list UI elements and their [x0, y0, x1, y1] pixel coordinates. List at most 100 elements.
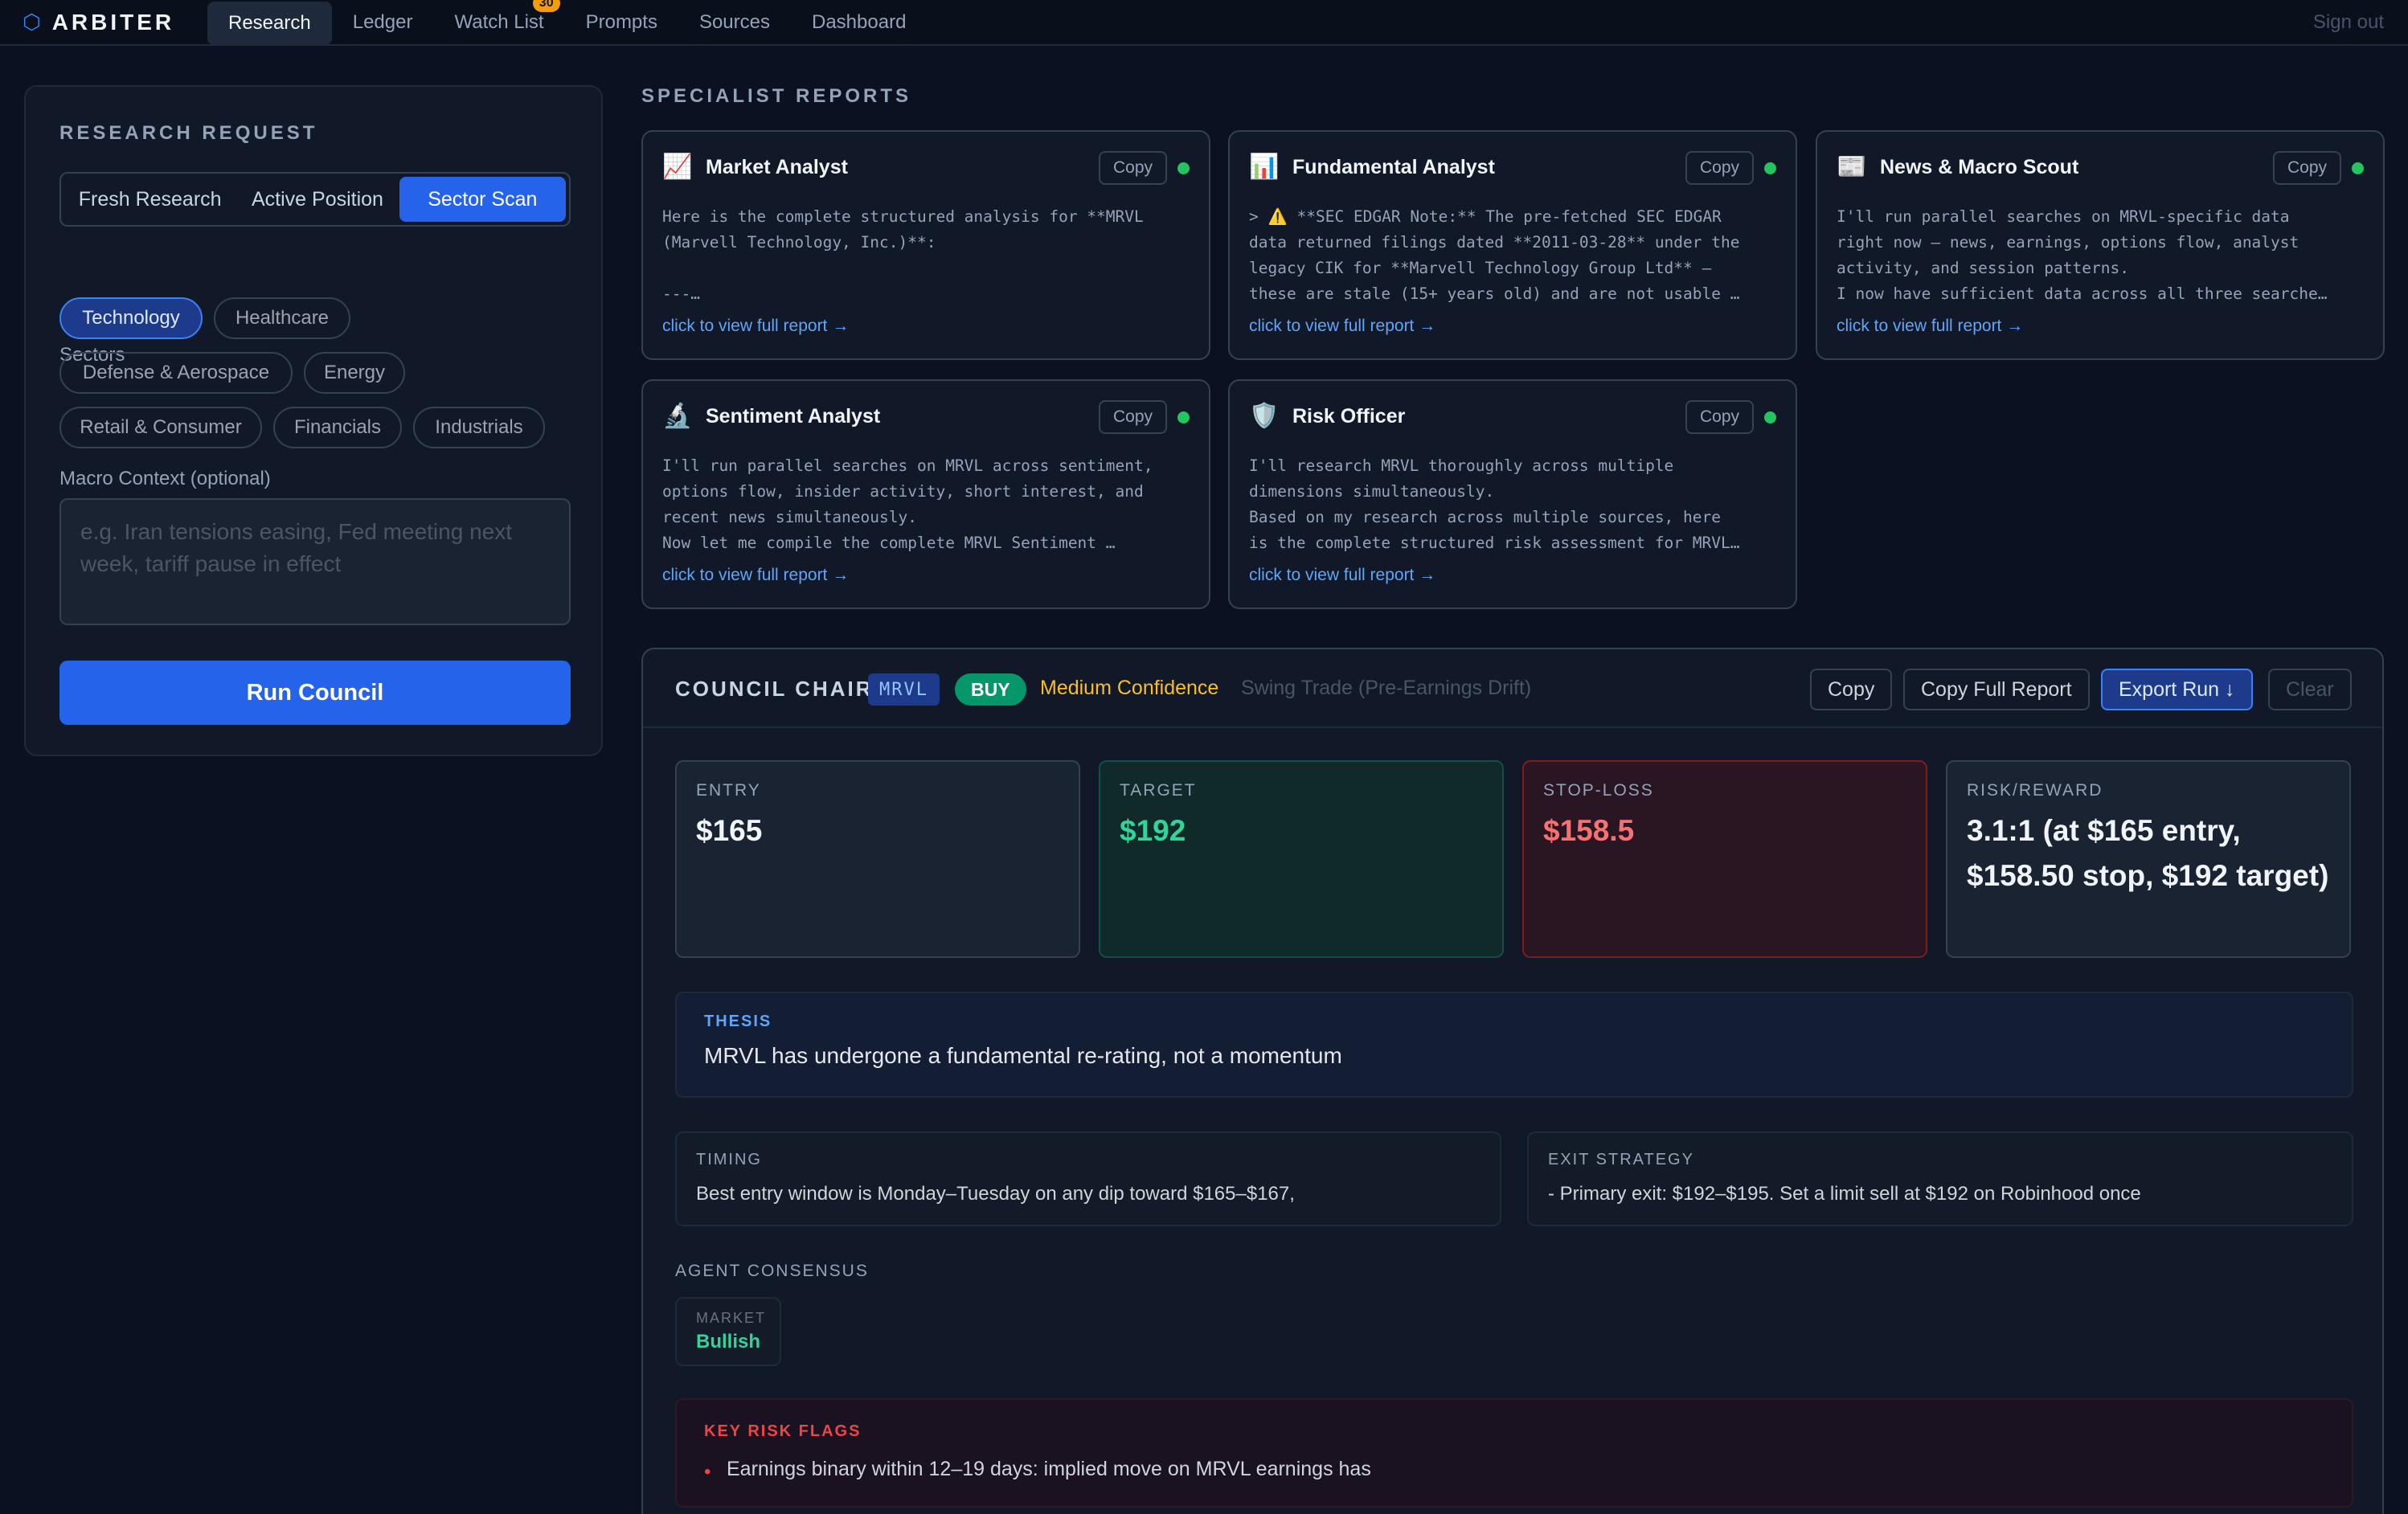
metric-value: $192	[1120, 814, 1186, 847]
metric-value: $165	[696, 814, 763, 847]
nav-tab-ledger[interactable]: Ledger	[332, 0, 434, 45]
brand-name: ARBITER	[51, 9, 175, 35]
report-title: Sentiment Analyst	[706, 405, 881, 428]
watch-list-count-badge: 30	[532, 0, 560, 12]
consensus-chip-market: MARKET Bullish	[675, 1297, 781, 1366]
clear-button[interactable]: Clear	[2268, 669, 2352, 710]
ticker-badge: MRVL	[868, 673, 940, 706]
target-metric: TARGET $192	[1099, 760, 1504, 958]
status-dot	[2352, 162, 2364, 174]
sector-chip-healthcare[interactable]: Healthcare	[214, 297, 350, 339]
nav-tab-research[interactable]: Research	[207, 2, 332, 45]
council-chair-header: COUNCIL CHAIR MRVL BUY Medium Confidence…	[643, 649, 2382, 728]
trade-style-label: Swing Trade (Pre-Earnings Drift)	[1241, 677, 1532, 699]
report-card-sentiment-analyst[interactable]: 🔬 Sentiment Analyst Copy I'll run parall…	[641, 379, 1210, 609]
sector-chip-retail-consumer[interactable]: Retail & Consumer	[59, 407, 262, 448]
agent-consensus-label: AGENT CONSENSUS	[675, 1262, 869, 1280]
export-run-button[interactable]: Export Run ↓	[2101, 669, 2253, 710]
view-full-report-link[interactable]: click to view full report →	[1837, 317, 2023, 336]
brand[interactable]: ⬡ ARBITER	[23, 10, 207, 35]
report-card-fundamental-analyst[interactable]: 📊 Fundamental Analyst Copy > ⚠️ **SEC ED…	[1228, 130, 1797, 360]
chart-increasing-icon: 📈	[662, 153, 693, 180]
view-full-report-link[interactable]: click to view full report →	[1249, 566, 1435, 585]
mode-active-position[interactable]: Active Position	[235, 177, 399, 222]
timing-label: TIMING	[696, 1151, 762, 1168]
consensus-view: Bullish	[696, 1331, 761, 1352]
metric-value: $158.5	[1543, 814, 1635, 847]
copy-report-button[interactable]: Copy	[1685, 151, 1754, 185]
key-risk-flags-box: KEY RISK FLAGS • Earnings binary within …	[675, 1398, 2353, 1508]
bar-chart-icon: 📊	[1249, 153, 1280, 180]
report-preview: I'll run parallel searches on MRVL acros…	[662, 456, 1153, 552]
research-request-panel: RESEARCH REQUEST Fresh Research Active P…	[24, 85, 603, 756]
sector-chip-industrials[interactable]: Industrials	[413, 407, 545, 448]
thesis-label: THESIS	[704, 1013, 772, 1030]
status-dot	[1764, 162, 1776, 174]
newspaper-icon: 📰	[1837, 153, 1867, 180]
nav-tab-label: Prompts	[585, 10, 657, 33]
consensus-agent: MARKET	[696, 1310, 767, 1326]
macro-context-label: Macro Context (optional)	[59, 468, 271, 489]
council-chair-panel: COUNCIL CHAIR MRVL BUY Medium Confidence…	[641, 648, 2384, 1514]
thesis-text: MRVL has undergone a fundamental re-rati…	[704, 1043, 1342, 1068]
thesis-box: THESIS MRVL has undergone a fundamental …	[675, 992, 2353, 1098]
copy-full-report-button[interactable]: Copy Full Report	[1903, 669, 2090, 710]
sector-chip-energy[interactable]: Energy	[304, 352, 405, 394]
nav-tab-prompts[interactable]: Prompts	[565, 0, 678, 45]
copy-report-button[interactable]: Copy	[1098, 151, 1167, 185]
nav-tab-label: Sources	[698, 10, 770, 33]
research-request-heading: RESEARCH REQUEST	[59, 122, 318, 144]
risk-reward-metric: RISK/REWARD 3.1:1 (at $165 entry, $158.5…	[1946, 760, 2351, 958]
metric-label: ENTRY	[696, 781, 761, 800]
sector-chip-financials[interactable]: Financials	[273, 407, 402, 448]
nav-tab-watch-list[interactable]: Watch List 30	[433, 0, 564, 45]
sector-chip-defense-aerospace[interactable]: Defense & Aerospace	[59, 352, 293, 394]
sector-chip-technology[interactable]: Technology	[59, 297, 203, 339]
status-dot	[1764, 411, 1776, 424]
risk-flag-item: Earnings binary within 12–19 days: impli…	[727, 1458, 1371, 1480]
stop-loss-metric: STOP-LOSS $158.5	[1522, 760, 1927, 958]
view-full-report-link[interactable]: click to view full report →	[1249, 317, 1435, 336]
report-preview: Here is the complete structured analysis…	[662, 207, 1144, 303]
hexagon-icon: ⬡	[23, 10, 41, 34]
copy-button[interactable]: Copy	[1810, 669, 1893, 710]
action-badge: BUY	[955, 673, 1026, 706]
report-preview: I'll run parallel searches on MRVL-speci…	[1837, 207, 2328, 303]
nav-tab-label: Dashboard	[812, 10, 907, 33]
status-dot	[1177, 162, 1190, 174]
copy-report-button[interactable]: Copy	[1685, 400, 1754, 434]
macro-context-input[interactable]	[59, 498, 571, 625]
metric-label: STOP-LOSS	[1543, 781, 1654, 800]
mode-sector-scan[interactable]: Sector Scan	[399, 177, 566, 222]
report-card-news-macro-scout[interactable]: 📰 News & Macro Scout Copy I'll run paral…	[1816, 130, 2385, 360]
exit-strategy-text: - Primary exit: $192–$195. Set a limit s…	[1548, 1183, 2141, 1205]
report-card-risk-officer[interactable]: 🛡️ Risk Officer Copy I'll research MRVL …	[1228, 379, 1797, 609]
microscope-icon: 🔬	[662, 403, 693, 429]
run-council-button[interactable]: Run Council	[59, 661, 571, 725]
mode-selector: Fresh Research Active Position Sector Sc…	[59, 172, 571, 227]
bullet-icon: •	[704, 1461, 711, 1483]
report-preview: I'll research MRVL thoroughly across mul…	[1249, 456, 1740, 552]
report-card-market-analyst[interactable]: 📈 Market Analyst Copy Here is the comple…	[641, 130, 1210, 360]
status-dot	[1177, 411, 1190, 424]
key-risk-flags-label: KEY RISK FLAGS	[704, 1422, 862, 1440]
nav-tab-label: Ledger	[352, 10, 413, 33]
nav-tab-sources[interactable]: Sources	[678, 0, 791, 45]
report-title: News & Macro Scout	[1880, 156, 2079, 178]
specialist-reports-heading: SPECIALIST REPORTS	[641, 85, 912, 107]
view-full-report-link[interactable]: click to view full report →	[662, 317, 849, 336]
sign-out-link[interactable]: Sign out	[2313, 11, 2384, 34]
copy-report-button[interactable]: Copy	[2272, 151, 2341, 185]
exit-strategy-label: EXIT STRATEGY	[1548, 1151, 1694, 1168]
report-title: Market Analyst	[706, 156, 848, 178]
nav-tab-label: Watch List	[454, 10, 544, 33]
view-full-report-link[interactable]: click to view full report →	[662, 566, 849, 585]
copy-report-button[interactable]: Copy	[1098, 400, 1167, 434]
report-title: Risk Officer	[1292, 405, 1406, 428]
nav-tab-dashboard[interactable]: Dashboard	[791, 0, 927, 45]
metric-label: RISK/REWARD	[1967, 781, 2103, 800]
nav-tabs: Research Ledger Watch List 30 Prompts So…	[207, 0, 927, 45]
mode-fresh-research[interactable]: Fresh Research	[64, 177, 235, 222]
timing-box: TIMING Best entry window is Monday–Tuesd…	[675, 1131, 1501, 1226]
exit-strategy-box: EXIT STRATEGY - Primary exit: $192–$195.…	[1527, 1131, 2353, 1226]
